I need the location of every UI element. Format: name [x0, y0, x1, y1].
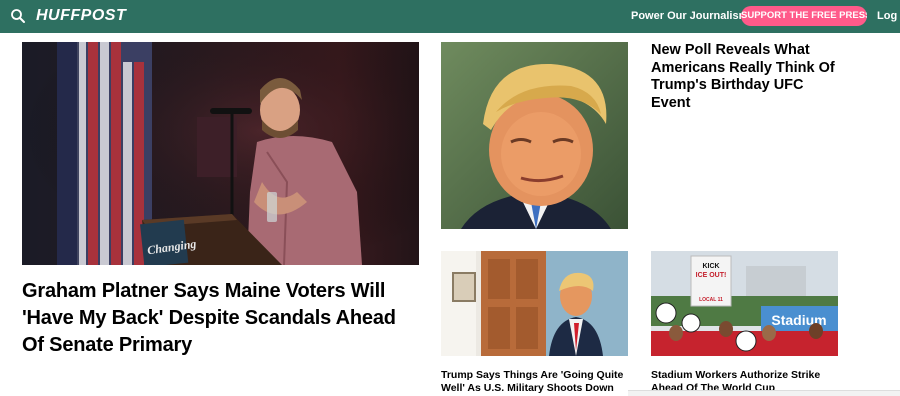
- side-story-image[interactable]: [441, 42, 628, 229]
- lead-story-headline[interactable]: Graham Platner Says Maine Voters Will 'H…: [22, 278, 422, 359]
- support-free-press-button[interactable]: SUPPORT THE FREE PRESS: [741, 6, 867, 26]
- protest-sign-line-1: KICK: [702, 263, 719, 270]
- protest-sign-line-3: LOCAL 11: [699, 297, 723, 303]
- side-story-headline[interactable]: New Poll Reveals What Americans Really T…: [651, 42, 841, 112]
- protest-sign-line-2: ICE OUT!: [696, 272, 727, 279]
- top-navigation-bar: HUFFPOST Power Our Journalism SUPPORT TH…: [0, 0, 900, 33]
- search-icon[interactable]: [10, 8, 26, 24]
- huffpost-logo[interactable]: HUFFPOST: [36, 6, 126, 26]
- small-story-1-image[interactable]: [441, 251, 628, 356]
- small-story-1-headline[interactable]: Trump Says Things Are 'Going Quite Well'…: [441, 369, 631, 395]
- power-our-journalism-link[interactable]: Power Our Journalism: [631, 9, 748, 24]
- horizontal-scrollbar[interactable]: [628, 390, 900, 396]
- login-link[interactable]: Log In: [877, 9, 900, 24]
- lead-story-image[interactable]: Changing: [22, 42, 419, 265]
- small-story-2-image[interactable]: KICK ICE OUT! LOCAL 11 Stadium: [651, 251, 838, 356]
